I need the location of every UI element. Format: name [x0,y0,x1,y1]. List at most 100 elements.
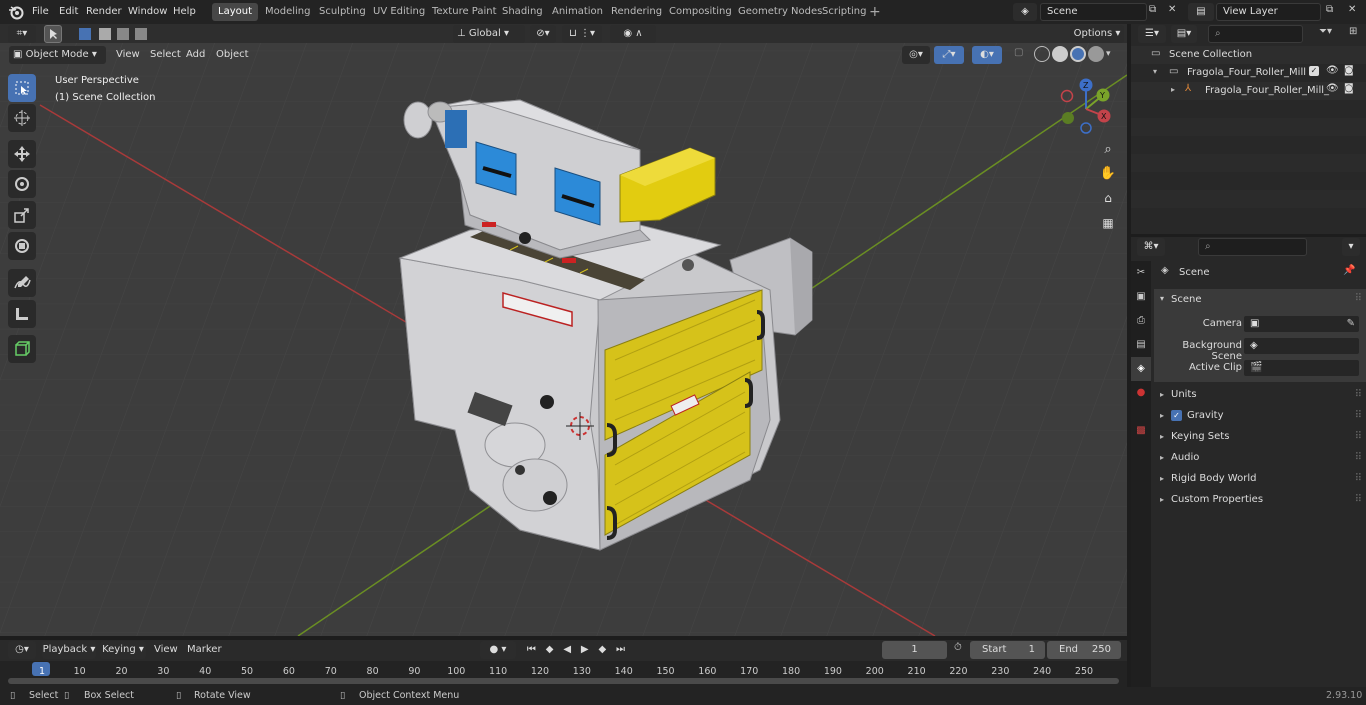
menu-window[interactable]: Window [122,3,173,21]
eyedropper-icon[interactable]: ✎ [1347,316,1355,332]
options-dropdown[interactable]: Options ▾ [1070,25,1124,43]
end-frame-field[interactable]: End 250 [1047,641,1121,659]
outliner-row-collection[interactable]: ▾ ▭ Fragola_Four_Roller_Mill ✓ 👁 ◙ [1131,64,1366,82]
outliner-row-object[interactable]: ▸ ⅄ Fragola_Four_Roller_Mill_ 👁 ◙ [1131,82,1366,100]
scene-browse-icon[interactable]: ◈ [1013,3,1037,21]
next-keyframe-icon[interactable]: ◆ [598,641,606,659]
snap-icon[interactable]: ⊔ ⋮▾ [562,25,602,43]
tab-modeling[interactable]: Modeling [259,3,317,21]
record-keyframe-icon[interactable]: ● ▾ [480,641,516,659]
render-camera-icon[interactable]: ◙ [1344,65,1354,76]
select-box-tool-icon[interactable] [8,74,36,102]
scene-tab-icon[interactable]: ◈ [1131,357,1151,381]
view-layer-browse-icon[interactable]: ▤ [1188,3,1214,21]
proportional-edit-icon[interactable]: ◉ ∧ [610,25,656,43]
tab-sculpting[interactable]: Sculpting [313,3,372,21]
wireframe-shading-icon[interactable] [1034,46,1050,62]
panel-gravity[interactable]: ▸ ✓ Gravity ⠿ [1154,405,1366,426]
visibility-eye-icon[interactable]: 👁 [1326,83,1339,94]
orientation-dropdown[interactable]: ⊥ Global ▾ [453,25,525,43]
exclude-checkbox[interactable]: ✓ [1309,66,1319,76]
copy-scene-icon[interactable]: ⧉ [1149,4,1163,20]
scene-section-header[interactable]: ▾ Scene ⠿ [1154,289,1366,310]
outliner-editor-type-icon[interactable]: ☰▾ [1138,25,1166,43]
panel-custom-properties[interactable]: ▸ Custom Properties ⠿ [1154,489,1366,510]
transform-tool-icon[interactable] [8,232,36,260]
add-workspace-icon[interactable]: + [869,4,883,20]
preview-range-icon[interactable]: ⏱ [954,642,962,653]
panel-keying-sets[interactable]: ▸ Keying Sets ⠿ [1154,426,1366,447]
view-layer-tab-icon[interactable]: ▤ [1131,333,1151,357]
properties-search-input[interactable]: ⌕ [1198,238,1307,256]
current-frame-field[interactable]: 1 [882,641,947,659]
jump-start-icon[interactable]: ⏮ [527,641,536,659]
camera-field[interactable]: ▣ ✎ [1243,315,1360,333]
mode-dropdown[interactable]: ▣ Object Mode ▾ [9,46,106,64]
shading-mode-icons[interactable]: ▾ [1034,46,1122,64]
pin-icon[interactable]: 📌 [1343,265,1355,276]
pan-hand-icon[interactable]: ✋ [1098,166,1118,186]
timeline-menu-view[interactable]: View [148,641,184,659]
playback-menu[interactable]: Playback ▾ [42,641,96,659]
viewport-menu-view[interactable]: View [110,46,146,64]
tab-texture-paint[interactable]: Texture Paint [426,3,503,21]
view-layer-field[interactable]: View Layer [1216,3,1321,21]
timeline-editor-type-icon[interactable]: ◷▾ [8,641,36,659]
outliner-row-scene-collection[interactable]: ▭ Scene Collection [1131,46,1366,64]
solid-shading-icon[interactable] [1052,46,1068,62]
drag-handle-icon[interactable]: ⠿ [1355,293,1362,304]
play-icon[interactable]: ▶ [581,641,589,659]
background-scene-field[interactable]: ◈ [1243,337,1360,355]
tab-rendering[interactable]: Rendering [605,3,668,21]
texture-tab-icon[interactable]: ▩ [1131,419,1151,443]
scale-tool-icon[interactable] [8,201,36,229]
select-tool-icon[interactable] [44,25,62,43]
world-tab-icon[interactable]: ● [1131,381,1151,405]
rotate-tool-icon[interactable] [8,170,36,198]
annotate-tool-icon[interactable] [8,269,36,297]
cursor-tool-icon[interactable] [8,104,36,132]
gizmo-toggle-icon[interactable]: ⤢▾ [934,46,964,64]
tab-compositing[interactable]: Compositing [663,3,738,21]
timeline-scrollbar[interactable] [8,678,1119,684]
pivot-icon[interactable]: ⊘▾ [530,25,556,43]
zoom-icon[interactable]: ⌕ [1098,142,1118,162]
copy-view-layer-icon[interactable]: ⧉ [1326,4,1340,20]
expand-chevron-icon[interactable]: ▸ [1171,85,1175,94]
new-collection-icon[interactable]: ⊞ [1349,26,1363,37]
navigation-gizmo[interactable]: Z Y X [1055,78,1117,140]
shading-options-icon[interactable]: ▾ [1106,46,1111,64]
close-view-layer-icon[interactable]: ✕ [1348,4,1362,20]
play-reverse-icon[interactable]: ◀ [563,641,571,659]
xray-icon[interactable]: ▢ [1014,47,1028,63]
tool-tab-icon[interactable]: ✂ [1131,261,1151,285]
add-cube-tool-icon[interactable] [8,335,36,363]
display-mode-icon[interactable]: ▤▾ [1171,25,1197,43]
timeline-menu-marker[interactable]: Marker [181,641,228,659]
visibility-eye-icon[interactable]: 👁 [1326,65,1339,76]
tab-geometry-nodes[interactable]: Geometry Nodes [732,3,828,21]
gravity-checkbox[interactable]: ✓ [1171,410,1182,421]
scene-field[interactable]: Scene [1040,3,1147,21]
camera-view-icon[interactable]: ⌂ [1098,191,1118,211]
panel-units[interactable]: ▸ Units ⠿ [1154,384,1366,405]
measure-tool-icon[interactable] [8,300,36,328]
keying-menu[interactable]: Keying ▾ [100,641,146,659]
output-tab-icon[interactable]: ⎙ [1131,309,1151,333]
move-tool-icon[interactable] [8,140,36,168]
tab-scripting[interactable]: Scripting [816,3,872,21]
filter-icon[interactable]: ⏷▾ [1319,26,1345,37]
expand-chevron-icon[interactable]: ▾ [1153,67,1157,76]
render-tab-icon[interactable]: ▣ [1131,285,1151,309]
panel-rigid-body-world[interactable]: ▸ Rigid Body World ⠿ [1154,468,1366,489]
viewport-menu-object[interactable]: Object [210,46,255,64]
tab-shading[interactable]: Shading [496,3,549,21]
start-frame-field[interactable]: Start 1 [970,641,1045,659]
editor-type-icon[interactable]: ⌗▾ [8,25,36,43]
tab-animation[interactable]: Animation [546,3,609,21]
visibility-icon[interactable]: ◎▾ [902,46,930,64]
tab-uv-editing[interactable]: UV Editing [367,3,431,21]
outliner-search-input[interactable]: ⌕ [1208,25,1303,43]
properties-options-icon[interactable]: ▾ [1342,238,1360,256]
tab-layout[interactable]: Layout [212,3,258,21]
